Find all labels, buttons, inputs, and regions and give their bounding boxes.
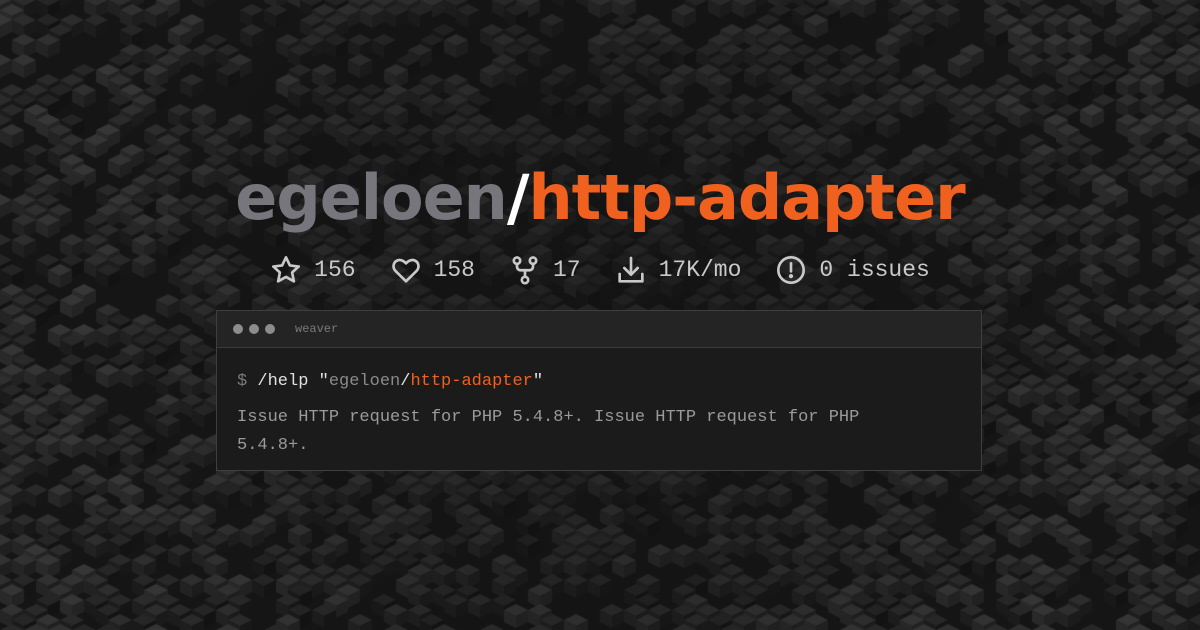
fork-icon: [512, 256, 538, 285]
quote-close: ": [532, 372, 544, 391]
terminal-body: $ /help "egeloen/http-adapter" Issue HTT…: [217, 348, 981, 460]
command-arg-repo: http-adapter: [410, 372, 533, 391]
terminal-command: /help: [257, 372, 309, 391]
stat-likes: 158: [390, 254, 475, 286]
command-arg-owner: egeloen: [328, 372, 401, 391]
stat-forks: 17: [509, 254, 581, 286]
repo-stats: 156 158 17 17K/mo 0 issues: [0, 250, 1200, 290]
window-dot-icon: [233, 324, 243, 334]
command-arg-separator: /: [400, 372, 411, 391]
heart-icon: [391, 258, 420, 283]
stat-stars: 156: [270, 254, 356, 286]
stat-downloads: 17K/mo: [615, 254, 742, 286]
issue-icon: [777, 256, 806, 284]
window-dot-icon: [265, 324, 275, 334]
likes-count: 158: [433, 257, 475, 283]
repo-description: Issue HTTP request for PHP 5.4.8+. Issue…: [237, 408, 860, 455]
window-dot-icon: [249, 324, 259, 334]
issues-count: 0 issues: [819, 257, 930, 283]
terminal-prompt: $: [237, 372, 248, 391]
quote-open: ": [318, 372, 329, 391]
repo-title: egeloen/http-adapter: [0, 160, 1200, 236]
terminal-window: weaver $ /help "egeloen/http-adapter" Is…: [216, 310, 982, 471]
star-icon: [272, 255, 301, 283]
download-icon: [617, 256, 644, 283]
downloads-count: 17K/mo: [658, 257, 742, 283]
repo-owner: egeloen: [235, 161, 508, 234]
terminal-titlebar: weaver: [217, 311, 981, 348]
social-card: egeloen/http-adapter 156 158 17 17K/mo 0…: [0, 0, 1200, 630]
stat-issues: 0 issues: [775, 254, 930, 286]
terminal-command-line: $ /help "egeloen/http-adapter": [237, 368, 961, 396]
window-controls: [233, 324, 275, 334]
forks-count: 17: [552, 257, 581, 283]
stars-count: 156: [314, 257, 356, 283]
repo-name: http-adapter: [528, 161, 965, 234]
terminal-title: weaver: [295, 322, 339, 336]
repo-separator: /: [506, 161, 530, 234]
